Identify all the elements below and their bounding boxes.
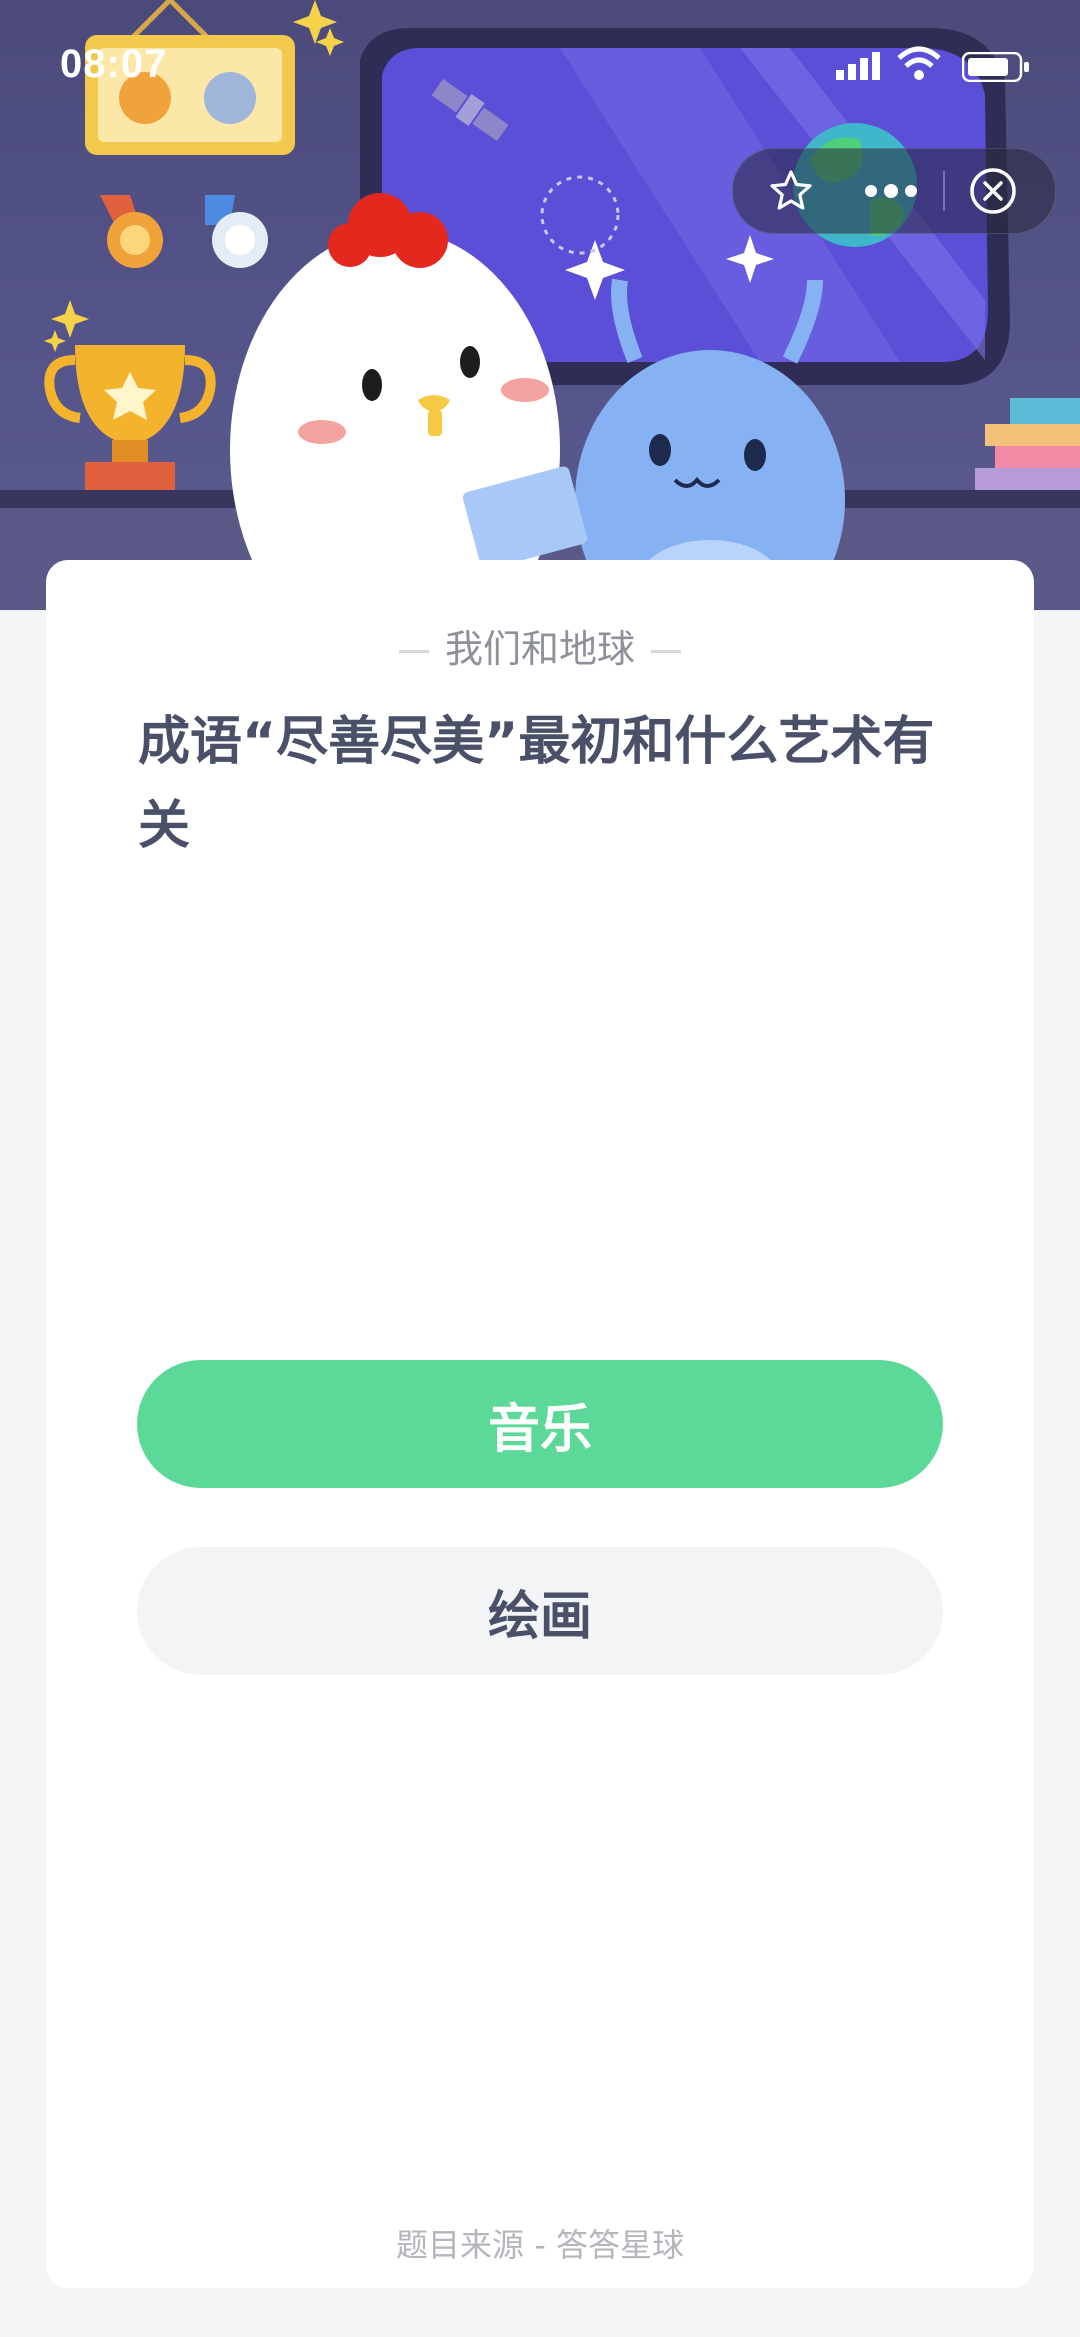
answer-option-label: 音乐 bbox=[487, 1399, 592, 1460]
wifi-icon bbox=[897, 46, 941, 80]
close-button[interactable] bbox=[943, 149, 1043, 233]
question-text: 成语“尽善尽美”最初和什么艺术有关 bbox=[138, 712, 935, 856]
title-dash-right bbox=[651, 650, 681, 653]
miniprogram-capsule bbox=[732, 148, 1056, 234]
answer-option-label: 绘画 bbox=[487, 1586, 592, 1647]
answer-option-painting[interactable]: 绘画 bbox=[137, 1547, 943, 1675]
battery-icon bbox=[962, 52, 1029, 82]
status-bar: 08:07 bbox=[0, 0, 1080, 130]
title-dash-left bbox=[398, 650, 429, 653]
source-title-text: 我们和地球 bbox=[444, 627, 635, 671]
quiz-card: 我们和地球 成语“尽善尽美”最初和什么艺术有关 音乐 绘画 题目来源 - 答答星… bbox=[46, 560, 1034, 2288]
star-outline-icon bbox=[770, 170, 812, 210]
question-source-footer: 题目来源 - 答答星球 bbox=[396, 2226, 684, 2264]
cellular-signal-icon bbox=[836, 52, 880, 80]
favorite-button[interactable] bbox=[741, 149, 841, 233]
close-circle-icon bbox=[970, 168, 1016, 214]
status-time: 08:07 bbox=[60, 42, 168, 86]
quiz-source-title: 我们和地球 bbox=[46, 618, 1034, 673]
header-illustration: 08:07 bbox=[0, 0, 1080, 610]
more-button[interactable] bbox=[841, 149, 941, 233]
answer-option-music[interactable]: 音乐 bbox=[137, 1360, 943, 1488]
more-dots-icon bbox=[865, 184, 917, 198]
